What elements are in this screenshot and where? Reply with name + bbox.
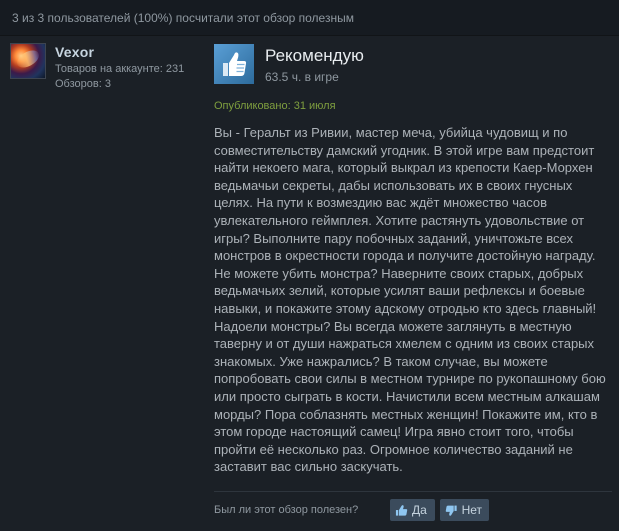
thumbs-down-icon [445,505,457,516]
divider [214,491,612,492]
thumbs-up-icon [223,52,247,76]
vote-prompt: Был ли этот обзор полезен? [214,504,359,516]
vote-yes-label: Да [412,503,427,517]
posted-date: Опубликовано: 31 июля [214,100,336,112]
thumbs-up-icon [395,504,408,516]
vote-no-button[interactable]: Нет [440,499,489,521]
vote-yes-button[interactable]: Да [390,499,435,521]
reviews-count[interactable]: Обзоров: 3 [55,78,111,90]
helpful-summary: 3 из 3 пользователей (100%) посчитали эт… [0,0,619,36]
products-count[interactable]: Товаров на аккаунте: 231 [55,63,184,75]
recommend-badge [214,44,254,84]
author-name[interactable]: Vexor [55,44,94,60]
review-body: Вы - Геральт из Ривии, мастер меча, убий… [214,125,606,475]
vote-no-label: Нет [461,503,482,517]
review-verdict: Рекомендую [265,46,364,65]
avatar[interactable] [10,43,46,79]
hours-played: 63.5 ч. в игре [265,70,339,84]
